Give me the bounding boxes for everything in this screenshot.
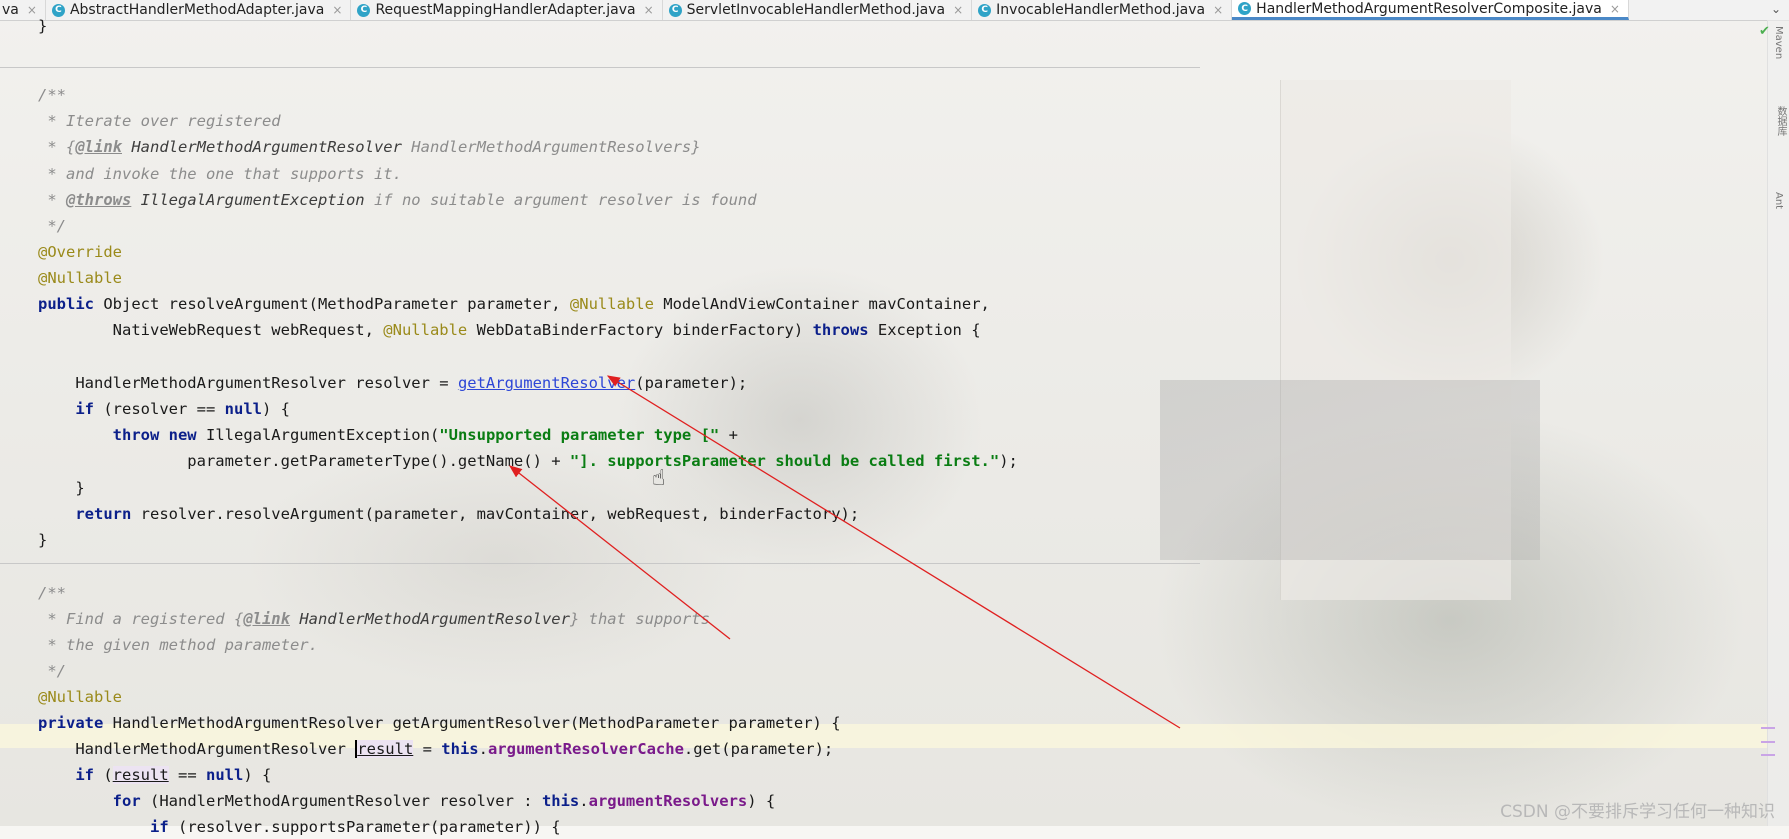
red-arrow-to-getname [508, 465, 731, 640]
right-tool-strip: Maven 数据库 Ant [1767, 20, 1789, 826]
mouse-hand-cursor-icon: ☝ [652, 466, 666, 491]
annotation-arrows [508, 375, 1181, 729]
scroll-marker[interactable] [1761, 754, 1775, 756]
scroll-marker[interactable] [1761, 741, 1775, 743]
scroll-marker[interactable] [1761, 727, 1775, 729]
csdn-watermark: CSDN @不要排斥学习任何一种知识 [1500, 802, 1775, 822]
maven-tool-button[interactable]: Maven [1773, 26, 1784, 59]
red-arrow-to-getargumentresolver [606, 375, 1181, 729]
ant-tool-button[interactable]: Ant [1773, 192, 1784, 209]
database-tool-button[interactable]: 数据库 [1773, 106, 1788, 136]
inspection-ok-check-icon[interactable]: ✔ [1759, 24, 1770, 39]
